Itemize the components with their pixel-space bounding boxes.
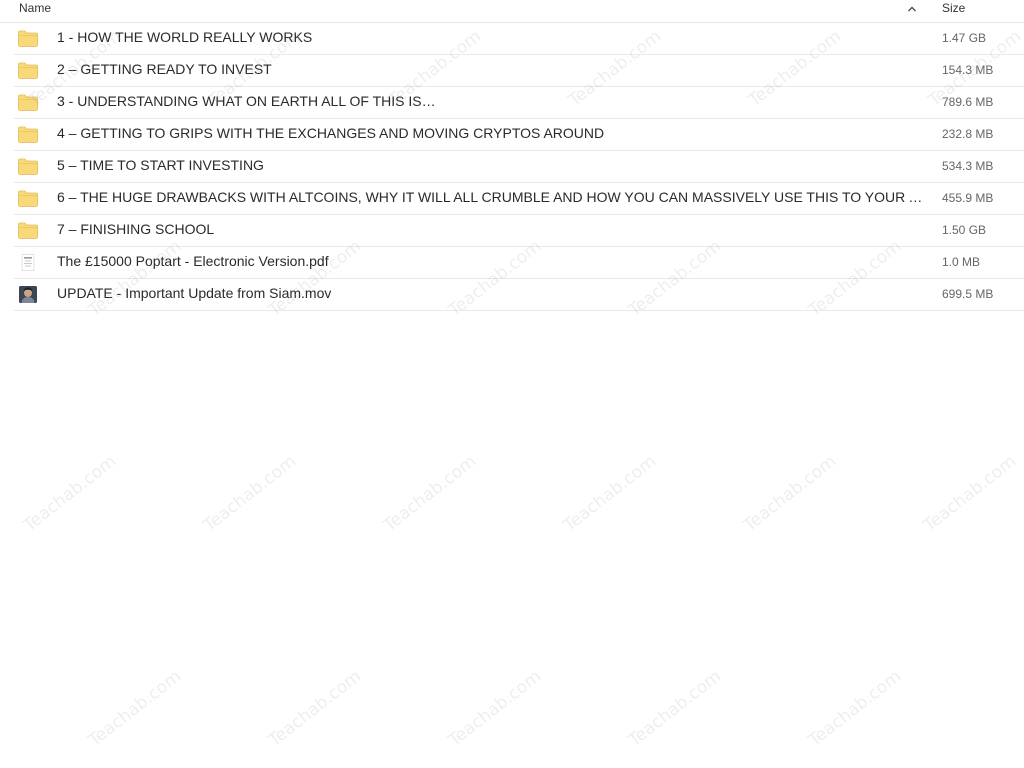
- file-list: 1 - HOW THE WORLD REALLY WORKS 1.47 GB 2…: [0, 23, 1024, 311]
- list-item[interactable]: 7 – FINISHING SCHOOL 1.50 GB: [14, 215, 1024, 247]
- list-item[interactable]: 2 – GETTING READY TO INVEST 154.3 MB: [14, 55, 1024, 87]
- folder-icon: [18, 222, 38, 239]
- pdf-thumbnail-icon: [21, 254, 35, 271]
- file-name[interactable]: UPDATE - Important Update from Siam.mov: [57, 285, 331, 301]
- video-thumbnail-icon: [19, 286, 37, 303]
- watermark: Teachab.com: [625, 666, 726, 751]
- folder-icon: [18, 94, 38, 111]
- folder-icon: [18, 62, 38, 79]
- watermark: Teachab.com: [85, 666, 186, 751]
- name-column-header[interactable]: Name: [19, 1, 51, 15]
- file-size: 154.3 MB: [942, 63, 994, 77]
- file-size: 1.0 MB: [942, 255, 981, 269]
- folder-icon: [18, 30, 38, 47]
- file-name[interactable]: 6 – THE HUGE DRAWBACKS WITH ALTCOINS, WH…: [57, 189, 925, 205]
- file-size: 699.5 MB: [942, 287, 994, 301]
- chevron-up-icon[interactable]: [906, 3, 918, 15]
- watermark: Teachab.com: [200, 451, 301, 536]
- file-name[interactable]: 4 – GETTING TO GRIPS WITH THE EXCHANGES …: [57, 125, 604, 141]
- list-item[interactable]: 5 – TIME TO START INVESTING 534.3 MB: [14, 151, 1024, 183]
- list-item[interactable]: UPDATE - Important Update from Siam.mov …: [14, 279, 1024, 311]
- file-size: 1.47 GB: [942, 31, 987, 45]
- file-size: 789.6 MB: [942, 95, 994, 109]
- file-size: 1.50 GB: [942, 223, 987, 237]
- list-item[interactable]: 6 – THE HUGE DRAWBACKS WITH ALTCOINS, WH…: [14, 183, 1024, 215]
- watermark: Teachab.com: [445, 666, 546, 751]
- file-size: 232.8 MB: [942, 127, 994, 141]
- folder-icon: [18, 158, 38, 175]
- watermark: Teachab.com: [920, 451, 1021, 536]
- list-item[interactable]: The £15000 Poptart - Electronic Version.…: [14, 247, 1024, 279]
- file-name[interactable]: 2 – GETTING READY TO INVEST: [57, 61, 272, 77]
- watermark: Teachab.com: [560, 451, 661, 536]
- list-item[interactable]: 3 - UNDERSTANDING WHAT ON EARTH ALL OF T…: [14, 87, 1024, 119]
- column-header: Name Size: [0, 0, 1024, 23]
- file-name[interactable]: The £15000 Poptart - Electronic Version.…: [57, 253, 329, 269]
- file-name[interactable]: 5 – TIME TO START INVESTING: [57, 157, 264, 173]
- watermark: Teachab.com: [380, 451, 481, 536]
- file-name[interactable]: 7 – FINISHING SCHOOL: [57, 221, 214, 237]
- file-size: 534.3 MB: [942, 159, 994, 173]
- file-size: 455.9 MB: [942, 191, 994, 205]
- list-item[interactable]: 4 – GETTING TO GRIPS WITH THE EXCHANGES …: [14, 119, 1024, 151]
- folder-icon: [18, 126, 38, 143]
- watermark: Teachab.com: [740, 451, 841, 536]
- file-name[interactable]: 1 - HOW THE WORLD REALLY WORKS: [57, 29, 312, 45]
- file-browser: Name Size 1 - HOW THE WORLD REALLY WORKS…: [0, 0, 1024, 768]
- folder-icon: [18, 190, 38, 207]
- size-column-header[interactable]: Size: [942, 1, 965, 15]
- watermark: Teachab.com: [20, 451, 121, 536]
- list-item[interactable]: 1 - HOW THE WORLD REALLY WORKS 1.47 GB: [14, 23, 1024, 55]
- watermark: Teachab.com: [265, 666, 366, 751]
- watermark: Teachab.com: [805, 666, 906, 751]
- file-name[interactable]: 3 - UNDERSTANDING WHAT ON EARTH ALL OF T…: [57, 93, 436, 109]
